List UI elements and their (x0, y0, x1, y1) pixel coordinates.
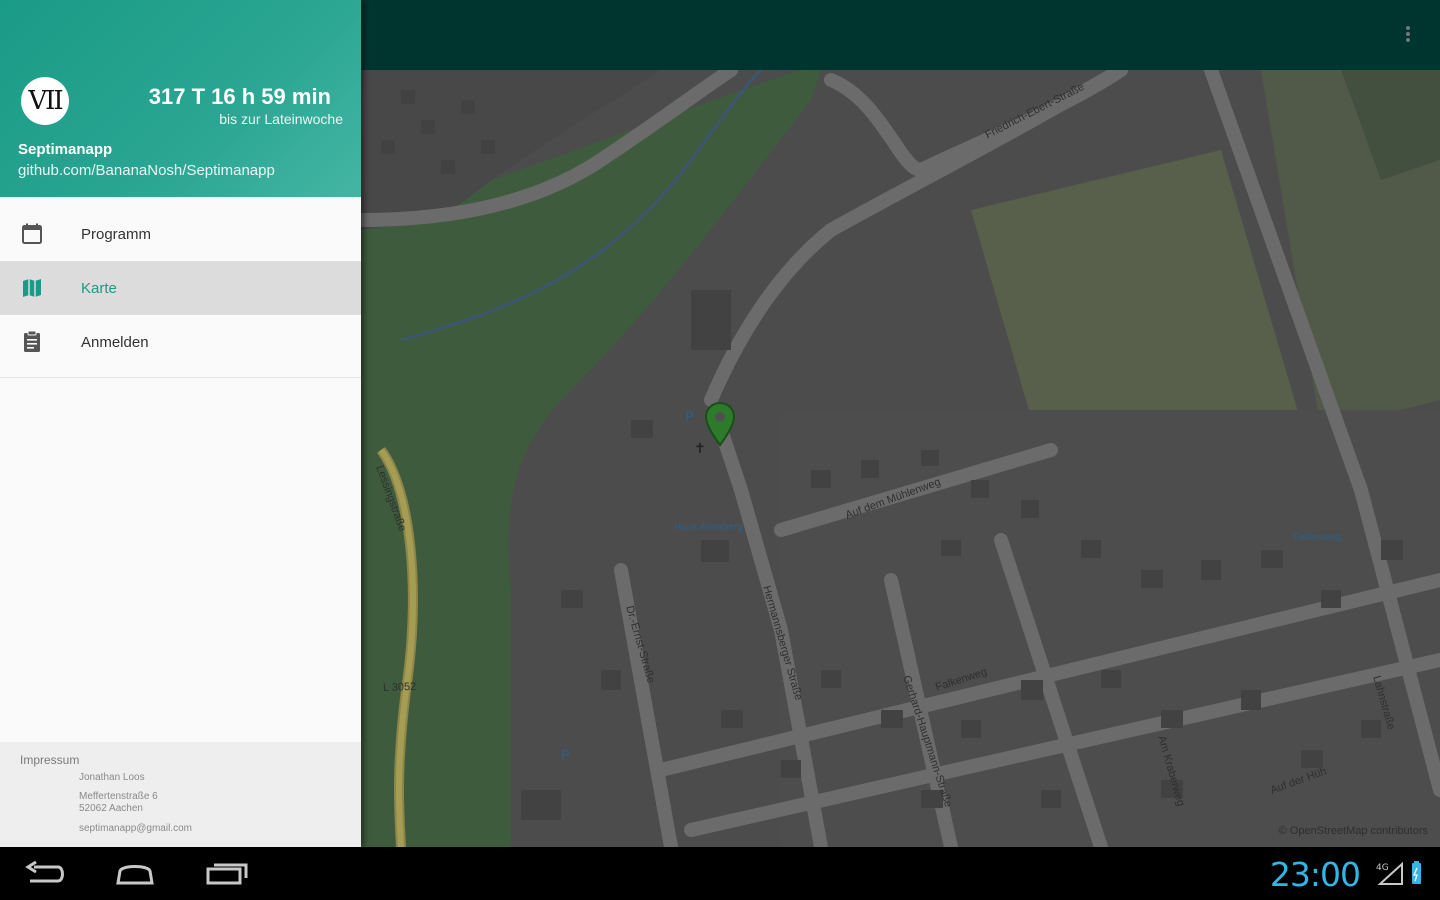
imprint-email[interactable]: septimanapp@gmail.com (79, 823, 192, 834)
countdown-subtitle: bis zur Lateinwoche (219, 111, 343, 127)
back-icon[interactable] (22, 859, 68, 889)
map-view[interactable]: ✝ P P Friedrich-Ebert-Straße Auf dem Müh… (361, 70, 1440, 847)
map-icon (23, 279, 41, 297)
imprint-street: Meffertenstraße 6 (79, 791, 158, 802)
poi-label: Haus Annaberg (674, 522, 743, 533)
street-label: L 3052 (382, 680, 417, 694)
recent-apps-icon[interactable] (204, 859, 250, 889)
svg-text:P: P (685, 410, 693, 426)
app-bar (361, 0, 1440, 70)
map-attribution[interactable]: © OpenStreetMap contributors (1279, 825, 1428, 837)
network-type-label: 4G (1376, 863, 1389, 873)
nav-item-programm[interactable]: Programm (0, 207, 361, 261)
navigation-drawer: VII 317 T 16 h 59 min bis zur Lateinwoch… (0, 0, 361, 847)
system-navigation-bar (0, 847, 1440, 900)
svg-text:✝: ✝ (694, 441, 706, 457)
imprint-section: Impressum Jonathan Loos Meffertenstraße … (0, 742, 361, 847)
app-logo: VII (21, 77, 69, 125)
clipboard-icon (24, 330, 40, 352)
home-icon[interactable] (112, 859, 158, 889)
map-tiles: ✝ P P (361, 70, 1440, 847)
imprint-title: Impressum (20, 753, 80, 767)
imprint-city: 52062 Aachen (79, 803, 143, 814)
drawer-nav-list: Programm Karte Anmelden (0, 207, 361, 369)
signal-icon: 4G (1376, 861, 1403, 885)
nav-item-label: Karte (81, 279, 117, 297)
overflow-menu-icon[interactable] (1396, 24, 1420, 48)
poi-label: Falkenweg (1293, 532, 1342, 543)
drawer-header: VII 317 T 16 h 59 min bis zur Lateinwoch… (0, 0, 361, 197)
svg-text:P: P (561, 748, 569, 764)
screen: ✝ P P Friedrich-Ebert-Straße Auf dem Müh… (0, 0, 1440, 900)
battery-icon (1412, 861, 1421, 884)
calendar-icon (22, 223, 42, 244)
countdown-timer: 317 T 16 h 59 min (148, 84, 331, 109)
divider (0, 377, 361, 378)
nav-item-label: Anmelden (81, 333, 149, 351)
status-clock: 23:00 (1269, 855, 1361, 894)
nav-item-anmelden[interactable]: Anmelden (0, 315, 361, 369)
nav-item-karte[interactable]: Karte (0, 261, 361, 315)
app-name: Septimanapp (18, 141, 113, 158)
app-url-link[interactable]: github.com/BananaNosh/Septimanapp (18, 162, 275, 179)
imprint-name: Jonathan Loos (79, 772, 145, 783)
nav-item-label: Programm (81, 225, 152, 243)
